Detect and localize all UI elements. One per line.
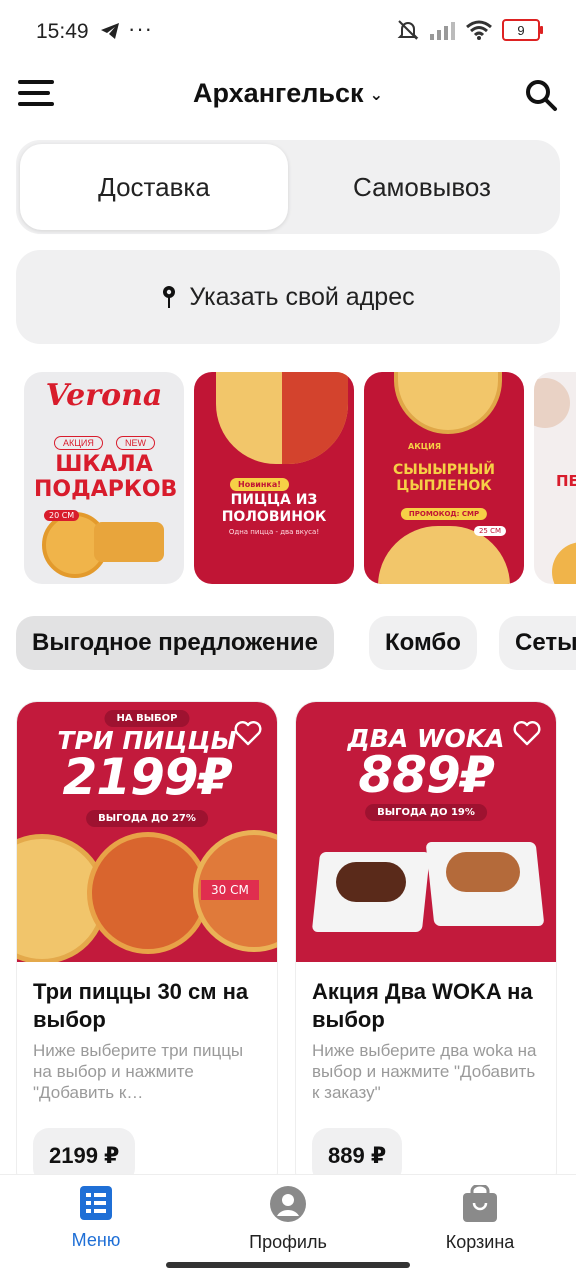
address-button[interactable]: Указать свой адрес [16, 250, 560, 344]
product-card[interactable]: ДВА WOKA 889₽ ВЫГОДА ДО 19% Акция Два WO… [296, 702, 556, 1192]
category-chip-offers[interactable]: Выгодное предложение [16, 616, 334, 670]
home-indicator[interactable] [166, 1262, 410, 1268]
more-notifications-icon: ··· [128, 16, 153, 41]
favorite-heart-icon[interactable] [233, 718, 263, 748]
story-card[interactable]: Новинка! ПИЦЦА ИЗ ПОЛОВИНОК Одна пицца -… [194, 372, 354, 584]
cart-icon [463, 1183, 497, 1222]
story-card[interactable]: ПЕ [534, 372, 576, 584]
nav-item-menu[interactable]: Меню [0, 1185, 192, 1251]
nav-item-profile[interactable]: Профиль [192, 1185, 384, 1253]
story-tag: АКЦИЯ [54, 436, 103, 450]
story-subtitle: Одна пицца - два вкуса! [228, 528, 320, 536]
story-title: ПИЦЦА ИЗ ПОЛОВИНОК [221, 492, 327, 525]
pizza-image [87, 832, 209, 954]
profile-icon [270, 1186, 306, 1222]
product-image: НА ВЫБОР ТРИ ПИЦЦЫ 2199₽ ВЫГОДА ДО 27% 3… [17, 702, 277, 962]
address-label: Указать свой адрес [189, 282, 415, 311]
story-promo: ПРОМОКОД: CMP [400, 508, 488, 520]
story-title: ШКАЛА ПОДАРКОВ [34, 452, 178, 502]
wifi-icon [466, 20, 492, 40]
story-title: ПЕ [556, 472, 576, 490]
nav-label: Меню [71, 1230, 121, 1250]
story-tag: Новинка! [230, 478, 289, 491]
pizza-image [394, 372, 502, 434]
nuggets-image [94, 522, 164, 562]
banner-tag: НА ВЫБОР [104, 710, 190, 727]
category-chip-combo[interactable]: Комбо [369, 616, 477, 670]
product-description: Ниже выберите три пиццы на выбор и нажми… [33, 1041, 244, 1102]
story-tag: АКЦИЯ [408, 442, 442, 451]
wok-noodles-image [336, 862, 406, 902]
status-time: 15:49 [36, 20, 89, 43]
banner-price: 2199₽ [62, 748, 233, 806]
menu-icon [80, 1186, 112, 1220]
product-title: Три пиццы 30 см на выбор [33, 979, 249, 1032]
category-chip-sets[interactable]: Сеты [499, 616, 576, 670]
category-tabs: Выгодное предложение Комбо Сеты [16, 616, 576, 670]
story-card[interactable]: Verona АКЦИЯ NEW ШКАЛА ПОДАРКОВ 20 СМ [24, 372, 184, 584]
product-title: Акция Два WOKA на выбор [312, 979, 533, 1032]
pepperoni-half-image [282, 372, 348, 464]
pizza-image [552, 542, 576, 584]
story-title: СЫЫЫРНЫЙ ЦЫПЛЕНОК [393, 462, 495, 494]
nav-label: Профиль [249, 1232, 327, 1252]
story-tag: NEW [116, 436, 155, 450]
chevron-down-icon: ⌄ [369, 86, 383, 104]
city-name: Архангельск [193, 78, 364, 108]
banner-size: 30 СМ [201, 880, 259, 900]
pizza-image [534, 378, 570, 428]
telegram-icon [100, 22, 120, 45]
banner-price: 889₽ [358, 746, 494, 804]
story-card[interactable]: АКЦИЯ СЫЫЫРНЫЙ ЦЫПЛЕНОК ПРОМОКОД: CMP 25… [364, 372, 524, 584]
battery-icon: 9 [502, 19, 543, 41]
product-image: ДВА WOKA 889₽ ВЫГОДА ДО 19% [296, 702, 556, 962]
status-icons: 9 [396, 18, 543, 42]
banner-saving: ВЫГОДА ДО 27% [86, 810, 208, 827]
product-description: Ниже выберите два woka на выбор и нажмит… [312, 1041, 537, 1102]
wok-noodles-image [446, 852, 520, 892]
story-badge: 25 СМ [473, 526, 506, 536]
story-badge: 20 СМ [44, 510, 80, 521]
favorite-heart-icon[interactable] [512, 718, 542, 748]
banner-saving: ВЫГОДА ДО 19% [365, 804, 487, 821]
location-pin-icon [163, 286, 176, 308]
tab-pickup[interactable]: Самовывоз [288, 144, 556, 230]
city-selector[interactable]: Архангельск ⌄ [0, 78, 576, 109]
search-button[interactable] [524, 78, 558, 112]
stories-carousel: Verona АКЦИЯ NEW ШКАЛА ПОДАРКОВ 20 СМ Но… [24, 372, 576, 584]
tab-delivery[interactable]: Доставка [20, 144, 288, 230]
product-card[interactable]: НА ВЫБОР ТРИ ПИЦЦЫ 2199₽ ВЫГОДА ДО 27% 3… [17, 702, 277, 1192]
signal-icon [430, 22, 455, 40]
story-brand: Verona [45, 378, 163, 413]
search-icon [526, 80, 557, 111]
mute-bell-icon [397, 20, 419, 40]
delivery-mode-toggle: Доставка Самовывоз [16, 140, 560, 234]
status-bar: 15:49 ··· 9 [0, 0, 576, 62]
nav-label: Корзина [445, 1232, 515, 1252]
nav-item-cart[interactable]: Корзина [384, 1183, 576, 1253]
